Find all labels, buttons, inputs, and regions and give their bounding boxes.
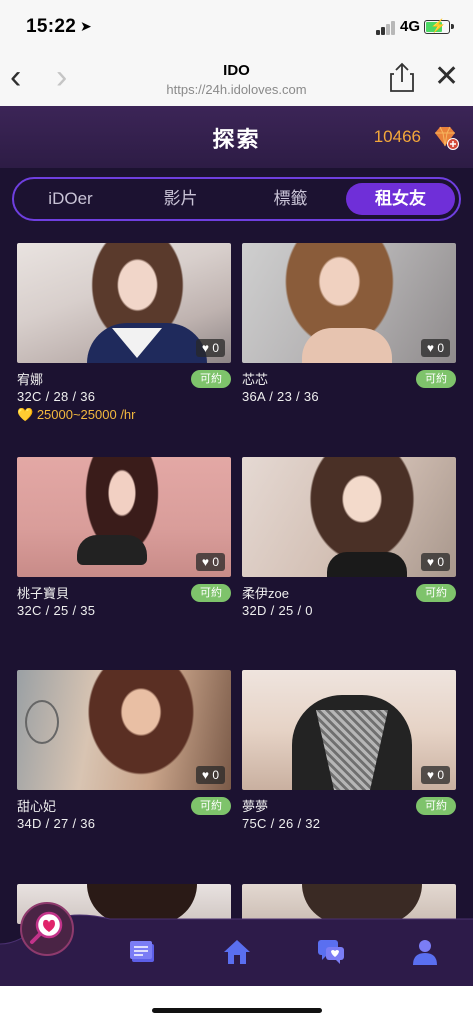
home-icon[interactable] bbox=[222, 938, 252, 966]
tab-bar: iDOer 影片 標籤 租女友 bbox=[12, 177, 461, 221]
like-badge: ♥ 0 bbox=[420, 553, 450, 571]
chat-icon[interactable] bbox=[316, 938, 346, 966]
profile-stats: 32D / 25 / 0 bbox=[242, 603, 313, 618]
home-indicator[interactable] bbox=[152, 1008, 322, 1013]
signal-icon bbox=[376, 21, 396, 35]
price-text: 25000~25000 /hr bbox=[36, 407, 136, 422]
available-badge: 可約 bbox=[416, 584, 456, 602]
profile-photo[interactable]: ♥ 0 bbox=[242, 670, 456, 790]
like-badge: ♥ 0 bbox=[195, 766, 225, 784]
profile-stats: 32C / 25 / 35 bbox=[17, 603, 96, 618]
battery-cap bbox=[451, 24, 454, 29]
share-icon[interactable] bbox=[390, 62, 414, 92]
profile-name: 甜心妃 bbox=[17, 799, 57, 814]
profile-name: 夢夢 bbox=[242, 799, 269, 814]
profile-card[interactable]: ♥ 0 甜心妃 可約 34D / 27 / 36 bbox=[17, 670, 231, 840]
like-count: 0 bbox=[212, 341, 219, 355]
like-count: 0 bbox=[212, 555, 219, 569]
profile-name: 芯芯 bbox=[242, 372, 269, 387]
diamond-add-icon[interactable] bbox=[433, 124, 459, 150]
profile-photo[interactable]: ♥ 0 bbox=[17, 457, 231, 577]
available-badge: 可約 bbox=[416, 797, 456, 815]
status-time: 15:22 bbox=[26, 16, 77, 37]
profile-stats: 36A / 23 / 36 bbox=[242, 389, 319, 404]
status-bar: 15:22 ➤ 4G ⚡ bbox=[0, 0, 473, 56]
profile-card[interactable]: ♥ 0 夢夢 可約 75C / 26 / 32 bbox=[242, 670, 456, 840]
diamond-icon: 💛 bbox=[17, 407, 34, 422]
available-badge: 可約 bbox=[191, 370, 231, 388]
like-badge: ♥ 0 bbox=[420, 766, 450, 784]
like-badge: ♥ 0 bbox=[420, 339, 450, 357]
home-indicator-area bbox=[0, 986, 473, 1024]
like-badge: ♥ 0 bbox=[195, 339, 225, 357]
notes-icon[interactable] bbox=[128, 938, 158, 966]
close-icon[interactable]: ✕ bbox=[434, 60, 459, 94]
price-rate: 💛 25000~25000 /hr bbox=[17, 407, 136, 423]
battery-icon: ⚡ bbox=[424, 18, 450, 34]
like-count: 0 bbox=[437, 341, 444, 355]
tab-videos[interactable]: 影片 bbox=[128, 183, 233, 215]
app-header: 探索 10466 bbox=[0, 106, 473, 168]
profile-card[interactable]: ♥ 0 柔伊zoe 可約 32D / 25 / 0 bbox=[242, 457, 456, 627]
available-badge: 可約 bbox=[191, 797, 231, 815]
profile-stats: 32C / 28 / 36 bbox=[17, 389, 96, 404]
tab-idoer[interactable]: iDOer bbox=[18, 183, 123, 215]
tab-rent-girlfriend[interactable]: 租女友 bbox=[346, 183, 455, 215]
profile-photo[interactable]: ♥ 0 bbox=[17, 670, 231, 790]
profile-card[interactable]: ♥ 0 桃子寶貝 可約 32C / 25 / 35 bbox=[17, 457, 231, 627]
like-badge: ♥ 0 bbox=[195, 553, 225, 571]
profile-photo[interactable]: ♥ 0 bbox=[242, 243, 456, 363]
tab-tags[interactable]: 標籤 bbox=[238, 183, 343, 215]
coin-count[interactable]: 10466 bbox=[374, 127, 421, 147]
profile-icon[interactable] bbox=[410, 938, 440, 966]
like-count: 0 bbox=[437, 768, 444, 782]
profile-card[interactable]: ♥ 0 宥娜 可約 32C / 28 / 36 💛 25000~25000 /h… bbox=[17, 243, 231, 433]
profile-name: 宥娜 bbox=[17, 372, 44, 387]
profile-photo[interactable]: ♥ 0 bbox=[17, 243, 231, 363]
network-label: 4G bbox=[400, 18, 421, 35]
heart-search-button[interactable] bbox=[20, 902, 74, 956]
profile-card[interactable]: ♥ 0 芯芯 可約 36A / 23 / 36 bbox=[242, 243, 456, 413]
like-count: 0 bbox=[437, 555, 444, 569]
profile-stats: 75C / 26 / 32 bbox=[242, 816, 321, 831]
profile-photo[interactable]: ♥ 0 bbox=[242, 457, 456, 577]
like-count: 0 bbox=[212, 768, 219, 782]
browser-bar: ‹ › IDO https://24h.idoloves.com ✕ bbox=[0, 56, 473, 107]
heart-search-icon bbox=[30, 911, 63, 944]
location-arrow-icon: ➤ bbox=[80, 18, 92, 34]
available-badge: 可約 bbox=[416, 370, 456, 388]
available-badge: 可約 bbox=[191, 584, 231, 602]
profile-name: 桃子寶貝 bbox=[17, 586, 70, 601]
profile-name: 柔伊zoe bbox=[242, 586, 289, 601]
profile-stats: 34D / 27 / 36 bbox=[17, 816, 96, 831]
